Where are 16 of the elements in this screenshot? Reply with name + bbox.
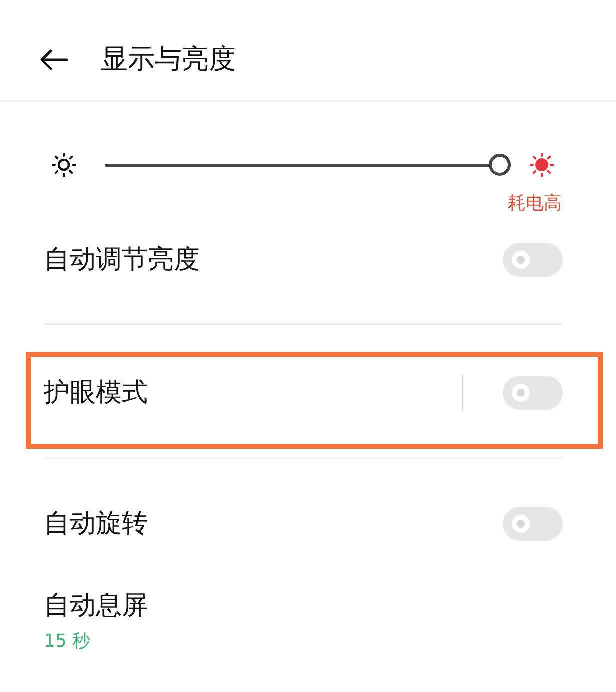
toggle-switch[interactable]: [503, 376, 563, 410]
power-warning-text: 耗电高: [508, 193, 562, 214]
back-arrow-icon: [40, 49, 68, 71]
setting-label[interactable]: 自动息屏: [44, 591, 148, 621]
setting-label[interactable]: 护眼模式: [44, 378, 148, 408]
setting-label[interactable]: 自动调节亮度: [44, 245, 200, 275]
toggle-switch[interactable]: [503, 507, 563, 541]
low-brightness-icon: [52, 153, 76, 177]
slider-thumb[interactable]: [489, 154, 511, 176]
page-title: 显示与亮度: [101, 44, 236, 76]
high-brightness-icon: [530, 153, 554, 177]
brightness-slider[interactable]: [105, 154, 511, 176]
toggle-switch[interactable]: [503, 243, 563, 277]
setting-label[interactable]: 自动旋转: [44, 509, 148, 539]
back-button[interactable]: [40, 49, 68, 71]
setting-value: 15 秒: [44, 631, 91, 652]
